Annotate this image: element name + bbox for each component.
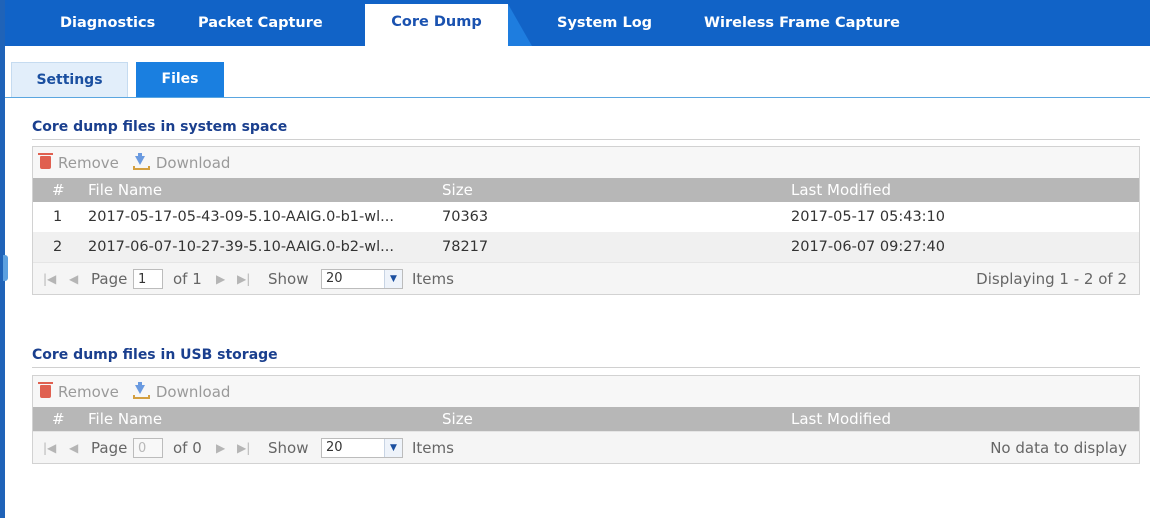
items-label: Items <box>412 270 454 288</box>
main-tab-bar: Diagnostics Packet Capture Core Dump Sys… <box>5 0 1150 46</box>
chevron-down-icon[interactable]: ▼ <box>384 270 402 288</box>
row-last-modified: 2017-06-07 09:27:40 <box>791 239 945 255</box>
last-page-icon[interactable]: ▶| <box>237 263 250 295</box>
remove-button[interactable]: Remove <box>38 382 119 401</box>
trash-icon <box>38 153 53 169</box>
items-per-page-select[interactable]: 20 ▼ <box>321 438 403 458</box>
sub-tab-bar: Settings Files <box>5 46 1150 98</box>
show-label: Show <box>268 439 309 457</box>
remove-label: Remove <box>58 382 119 401</box>
tab-system-log[interactable]: System Log <box>557 0 652 46</box>
items-per-page-select[interactable]: 20 ▼ <box>321 269 403 289</box>
download-button[interactable]: Download <box>132 152 231 172</box>
row-size: 78217 <box>442 239 489 255</box>
prev-page-icon[interactable]: ◀ <box>69 263 78 295</box>
remove-label: Remove <box>58 153 119 172</box>
row-num: 2 <box>53 239 63 255</box>
table-row[interactable]: 1 2017-05-17-05-43-09-5.10-AAIG.0-b1-wl.… <box>33 202 1139 232</box>
table-row[interactable]: 2 2017-06-07-10-27-39-5.10-AAIG.0-b2-wl.… <box>33 232 1139 262</box>
items-label: Items <box>412 439 454 457</box>
download-button[interactable]: Download <box>132 381 231 401</box>
last-page-icon[interactable]: ▶| <box>237 432 250 464</box>
trash-icon <box>38 382 53 398</box>
page-label: Page <box>91 270 128 288</box>
tab-diagnostics[interactable]: Diagnostics <box>60 0 155 46</box>
column-header-file-name[interactable]: File Name <box>88 178 162 202</box>
chevron-down-icon[interactable]: ▼ <box>384 439 402 457</box>
pagination-status: No data to display <box>990 439 1127 457</box>
items-per-page-value: 20 <box>326 440 343 455</box>
column-header-num[interactable]: # <box>52 407 65 431</box>
system-space-toolbar: Remove Download <box>33 147 1139 178</box>
section-title-usb-storage: Core dump files in USB storage <box>32 347 278 363</box>
table-header: # File Name Size Last Modified <box>33 407 1139 431</box>
row-last-modified: 2017-05-17 05:43:10 <box>791 209 945 225</box>
download-icon <box>132 152 151 170</box>
usb-storage-table-panel: Remove Download # File Name Size Last Mo… <box>32 375 1140 464</box>
download-icon <box>132 381 151 399</box>
page-count-label: of 0 <box>173 439 202 457</box>
subtab-settings[interactable]: Settings <box>11 62 128 97</box>
column-header-size[interactable]: Size <box>442 407 473 431</box>
subtab-files[interactable]: Files <box>136 62 224 97</box>
page-label: Page <box>91 439 128 457</box>
section-divider <box>32 139 1140 140</box>
tab-wireless-frame-capture[interactable]: Wireless Frame Capture <box>704 0 900 46</box>
next-page-icon[interactable]: ▶ <box>216 432 225 464</box>
column-header-file-name[interactable]: File Name <box>88 407 162 431</box>
items-per-page-value: 20 <box>326 271 343 286</box>
download-label: Download <box>155 382 231 401</box>
side-panel-handle[interactable] <box>3 255 8 281</box>
row-file-name: 2017-05-17-05-43-09-5.10-AAIG.0-b1-wl... <box>88 209 394 225</box>
column-header-last-modified[interactable]: Last Modified <box>791 407 891 431</box>
row-size: 70363 <box>442 209 489 225</box>
pagination-bar: |◀ ◀ Page of 0 ▶ ▶| Show 20 ▼ Items No d… <box>33 431 1139 463</box>
page-count-label: of 1 <box>173 270 202 288</box>
page-number-input[interactable] <box>133 269 163 289</box>
tab-core-dump[interactable]: Core Dump <box>365 4 508 46</box>
first-page-icon[interactable]: |◀ <box>43 263 56 295</box>
table-header: # File Name Size Last Modified <box>33 178 1139 202</box>
section-divider <box>32 367 1140 368</box>
usb-storage-toolbar: Remove Download <box>33 376 1139 407</box>
pagination-bar: |◀ ◀ Page of 1 ▶ ▶| Show 20 ▼ Items Disp… <box>33 262 1139 294</box>
section-title-system-space: Core dump files in system space <box>32 119 288 135</box>
prev-page-icon[interactable]: ◀ <box>69 432 78 464</box>
row-file-name: 2017-06-07-10-27-39-5.10-AAIG.0-b2-wl... <box>88 239 394 255</box>
show-label: Show <box>268 270 309 288</box>
remove-button[interactable]: Remove <box>38 153 119 172</box>
tab-packet-capture[interactable]: Packet Capture <box>198 0 323 46</box>
row-num: 1 <box>53 209 63 225</box>
first-page-icon[interactable]: |◀ <box>43 432 56 464</box>
pagination-status: Displaying 1 - 2 of 2 <box>976 270 1127 288</box>
column-header-last-modified[interactable]: Last Modified <box>791 178 891 202</box>
system-space-table-panel: Remove Download # File Name Size Last Mo… <box>32 146 1140 295</box>
tab-active-indicator <box>508 4 532 46</box>
next-page-icon[interactable]: ▶ <box>216 263 225 295</box>
column-header-size[interactable]: Size <box>442 178 473 202</box>
column-header-num[interactable]: # <box>52 178 65 202</box>
download-label: Download <box>155 153 231 172</box>
page-number-input[interactable] <box>133 438 163 458</box>
